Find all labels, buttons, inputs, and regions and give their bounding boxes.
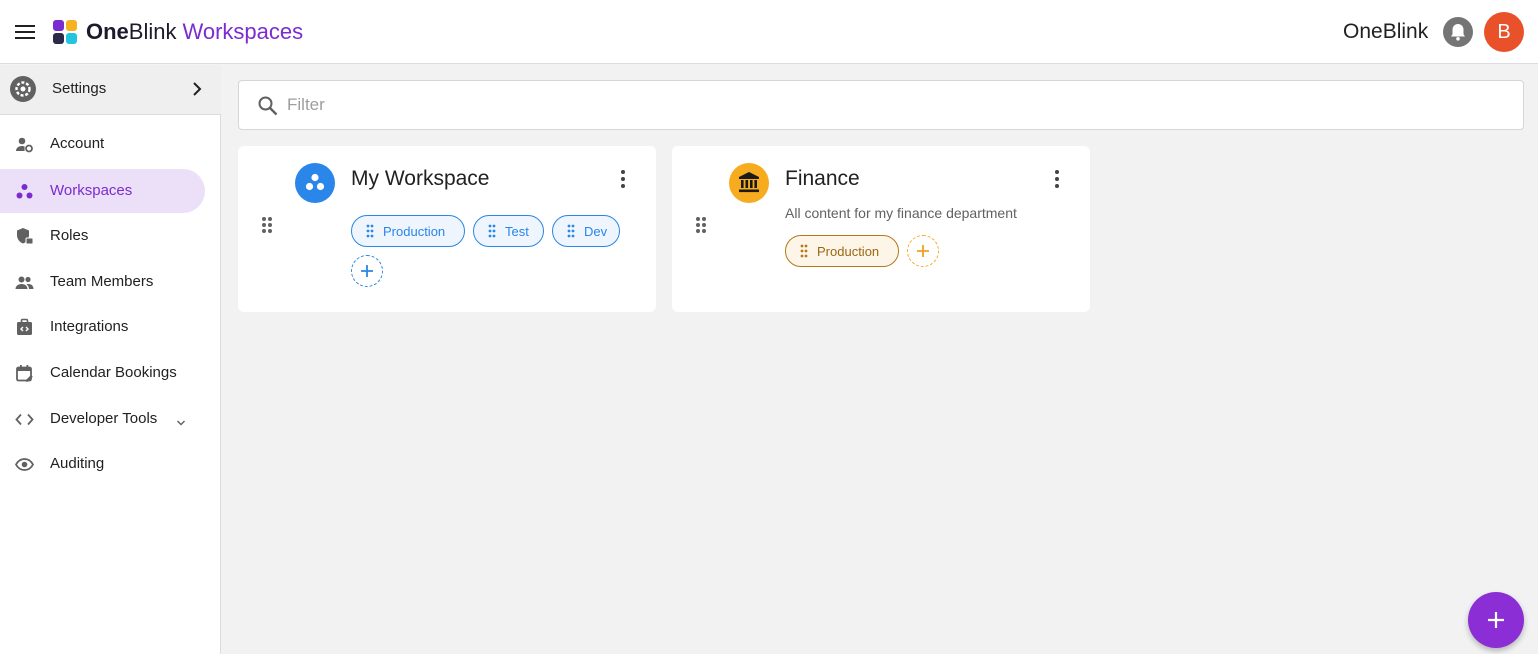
- hamburger-menu-icon[interactable]: [15, 22, 37, 42]
- sidebar-item-workspaces[interactable]: Workspaces: [0, 169, 205, 213]
- add-workspace-fab[interactable]: [1468, 592, 1524, 648]
- integrations-icon: [15, 318, 34, 337]
- sidebar-item-calendar-bookings[interactable]: Calendar Bookings: [0, 351, 205, 395]
- sidebar-item-developer-tools[interactable]: Developer Tools: [0, 397, 205, 441]
- sidebar-settings-header[interactable]: Settings: [0, 65, 221, 115]
- plus-icon: [361, 265, 373, 277]
- people-icon: [15, 273, 34, 292]
- filter-bar: [238, 80, 1524, 130]
- add-environment-button[interactable]: [351, 255, 383, 287]
- drag-handle-icon[interactable]: [567, 224, 575, 238]
- environment-chip[interactable]: Production: [351, 215, 465, 247]
- workspace-description: All content for my finance department: [785, 205, 1017, 221]
- workspace-card: My Workspace Production Test Dev: [238, 146, 656, 312]
- plus-icon: [1488, 612, 1504, 628]
- environment-chip[interactable]: Dev: [552, 215, 620, 247]
- workspace-icon: [295, 163, 335, 203]
- sidebar-item-label: Auditing: [50, 455, 105, 472]
- environment-chip-label: Test: [505, 224, 529, 239]
- workspaces-icon: [15, 182, 34, 201]
- sidebar-item-label: Calendar Bookings: [50, 364, 177, 381]
- sidebar-item-team-members[interactable]: Team Members: [0, 260, 205, 304]
- calendar-edit-icon: [15, 364, 34, 383]
- environment-chip-label: Dev: [584, 224, 608, 239]
- sidebar-item-label: Roles: [50, 227, 89, 244]
- filter-input[interactable]: [287, 93, 1487, 117]
- chevron-down-icon[interactable]: [176, 414, 186, 426]
- drag-handle-icon[interactable]: [261, 216, 273, 234]
- workspace-title: Finance: [785, 167, 860, 190]
- sidebar-item-label: Workspaces: [50, 182, 133, 199]
- sidebar-item-auditing[interactable]: Auditing: [0, 442, 205, 486]
- gear-icon: [10, 76, 36, 102]
- plus-icon: [917, 245, 929, 257]
- sidebar-item-roles[interactable]: Roles: [0, 214, 205, 258]
- bank-icon: [729, 163, 769, 203]
- workspace-card: Finance All content for my finance depar…: [672, 146, 1090, 312]
- settings-label: Settings: [52, 80, 107, 97]
- drag-handle-icon[interactable]: [488, 224, 496, 238]
- shield-lock-icon: [15, 227, 34, 246]
- sidebar-item-account[interactable]: Account: [0, 122, 205, 166]
- sidebar-item-label: Team Members: [50, 273, 154, 290]
- sidebar-item-label: Integrations: [50, 318, 129, 335]
- workspace-title: My Workspace: [351, 167, 490, 190]
- search-icon: [257, 95, 279, 117]
- eye-icon: [14, 455, 35, 474]
- brand-regular: Blink: [128, 19, 177, 44]
- sidebar: Settings Account Workspaces Roles Team M…: [0, 65, 221, 654]
- brand-accent: Workspaces: [182, 19, 304, 44]
- more-vert-icon[interactable]: [1054, 169, 1060, 189]
- more-vert-icon[interactable]: [620, 169, 626, 189]
- brand-title[interactable]: OneBlink Workspaces: [86, 18, 303, 46]
- sidebar-item-integrations[interactable]: Integrations: [0, 305, 205, 349]
- sidebar-item-label: Developer Tools: [50, 410, 158, 427]
- app-bar: OneBlink Workspaces OneBlink B: [0, 0, 1538, 64]
- brand-bold: One: [86, 19, 129, 44]
- drag-handle-icon[interactable]: [366, 224, 374, 238]
- environment-chip[interactable]: Production: [785, 235, 899, 267]
- account-cog-icon: [15, 135, 34, 154]
- drag-handle-icon[interactable]: [800, 244, 808, 258]
- user-avatar[interactable]: B: [1484, 12, 1524, 52]
- bell-icon[interactable]: [1443, 17, 1473, 47]
- drag-handle-icon[interactable]: [695, 216, 707, 234]
- environment-chip[interactable]: Test: [473, 215, 544, 247]
- code-icon: [15, 410, 34, 429]
- organisation-name[interactable]: OneBlink: [1343, 19, 1428, 45]
- environment-chip-label: Production: [383, 224, 446, 239]
- environment-chip-label: Production: [817, 244, 880, 259]
- oneblink-logo-icon: [53, 20, 79, 44]
- chevron-right-icon[interactable]: [190, 79, 206, 99]
- sidebar-item-label: Account: [50, 135, 105, 152]
- add-environment-button[interactable]: [907, 235, 939, 267]
